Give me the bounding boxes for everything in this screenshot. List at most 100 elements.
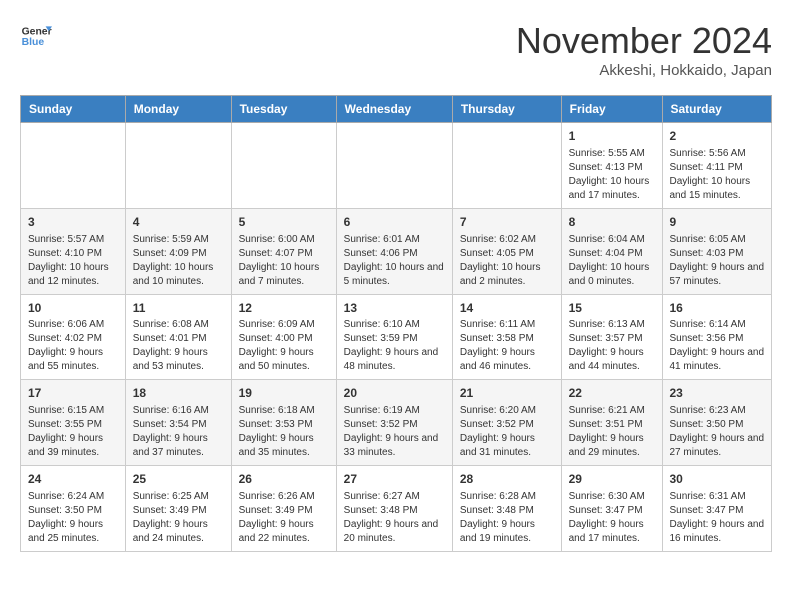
day-info: Sunset: 4:10 PM: [28, 247, 118, 261]
calendar-cell: [452, 123, 561, 209]
calendar-cell: 27Sunrise: 6:27 AMSunset: 3:48 PMDayligh…: [336, 466, 452, 552]
calendar-cell: 9Sunrise: 6:05 AMSunset: 4:03 PMDaylight…: [662, 208, 772, 294]
day-info: Sunrise: 6:31 AM: [670, 490, 765, 504]
day-info: Daylight: 10 hours and 12 minutes.: [28, 261, 118, 289]
calendar-cell: 6Sunrise: 6:01 AMSunset: 4:06 PMDaylight…: [336, 208, 452, 294]
day-info: Sunset: 3:52 PM: [460, 418, 554, 432]
day-info: Sunrise: 6:00 AM: [239, 233, 329, 247]
day-info: Daylight: 9 hours and 22 minutes.: [239, 518, 329, 546]
calendar-cell: 11Sunrise: 6:08 AMSunset: 4:01 PMDayligh…: [125, 294, 231, 380]
day-number: 15: [569, 300, 655, 317]
calendar-cell: 25Sunrise: 6:25 AMSunset: 3:49 PMDayligh…: [125, 466, 231, 552]
day-info: Daylight: 9 hours and 29 minutes.: [569, 432, 655, 460]
day-info: Sunrise: 6:05 AM: [670, 233, 765, 247]
day-info: Daylight: 9 hours and 53 minutes.: [133, 346, 224, 374]
day-info: Daylight: 9 hours and 31 minutes.: [460, 432, 554, 460]
day-info: Sunrise: 6:27 AM: [344, 490, 445, 504]
day-info: Sunrise: 6:14 AM: [670, 318, 765, 332]
day-number: 7: [460, 214, 554, 231]
day-number: 17: [28, 385, 118, 402]
calendar-cell: 8Sunrise: 6:04 AMSunset: 4:04 PMDaylight…: [561, 208, 662, 294]
day-number: 10: [28, 300, 118, 317]
day-info: Sunset: 3:53 PM: [239, 418, 329, 432]
day-info: Daylight: 10 hours and 15 minutes.: [670, 175, 765, 203]
day-number: 13: [344, 300, 445, 317]
calendar-cell: 18Sunrise: 6:16 AMSunset: 3:54 PMDayligh…: [125, 380, 231, 466]
day-info: Sunset: 3:56 PM: [670, 332, 765, 346]
day-info: Sunset: 4:00 PM: [239, 332, 329, 346]
svg-text:Blue: Blue: [22, 37, 45, 48]
column-header-saturday: Saturday: [662, 96, 772, 123]
calendar-cell: 21Sunrise: 6:20 AMSunset: 3:52 PMDayligh…: [452, 380, 561, 466]
day-info: Daylight: 9 hours and 55 minutes.: [28, 346, 118, 374]
day-info: Sunset: 4:02 PM: [28, 332, 118, 346]
day-info: Sunrise: 5:59 AM: [133, 233, 224, 247]
calendar-cell: 2Sunrise: 5:56 AMSunset: 4:11 PMDaylight…: [662, 123, 772, 209]
day-info: Daylight: 9 hours and 17 minutes.: [569, 518, 655, 546]
day-info: Sunset: 4:03 PM: [670, 247, 765, 261]
calendar-cell: 1Sunrise: 5:55 AMSunset: 4:13 PMDaylight…: [561, 123, 662, 209]
day-info: Sunset: 4:05 PM: [460, 247, 554, 261]
day-info: Sunrise: 6:01 AM: [344, 233, 445, 247]
day-info: Daylight: 9 hours and 25 minutes.: [28, 518, 118, 546]
day-info: Sunset: 3:49 PM: [133, 504, 224, 518]
day-info: Sunset: 3:58 PM: [460, 332, 554, 346]
calendar-cell: 16Sunrise: 6:14 AMSunset: 3:56 PMDayligh…: [662, 294, 772, 380]
day-info: Sunrise: 6:16 AM: [133, 404, 224, 418]
page-header: General Blue November 2024 Akkeshi, Hokk…: [20, 20, 772, 79]
day-number: 26: [239, 471, 329, 488]
day-info: Sunrise: 6:04 AM: [569, 233, 655, 247]
day-info: Sunset: 4:04 PM: [569, 247, 655, 261]
day-info: Sunset: 4:01 PM: [133, 332, 224, 346]
day-number: 19: [239, 385, 329, 402]
day-info: Daylight: 10 hours and 7 minutes.: [239, 261, 329, 289]
day-info: Sunset: 4:11 PM: [670, 161, 765, 175]
calendar-table: SundayMondayTuesdayWednesdayThursdayFrid…: [20, 95, 772, 552]
calendar-week-4: 17Sunrise: 6:15 AMSunset: 3:55 PMDayligh…: [21, 380, 772, 466]
day-info: Sunset: 4:07 PM: [239, 247, 329, 261]
calendar-cell: [336, 123, 452, 209]
day-info: Daylight: 10 hours and 10 minutes.: [133, 261, 224, 289]
column-header-tuesday: Tuesday: [231, 96, 336, 123]
day-number: 8: [569, 214, 655, 231]
day-number: 29: [569, 471, 655, 488]
day-number: 30: [670, 471, 765, 488]
day-info: Sunrise: 6:20 AM: [460, 404, 554, 418]
calendar-cell: [21, 123, 126, 209]
calendar-cell: 17Sunrise: 6:15 AMSunset: 3:55 PMDayligh…: [21, 380, 126, 466]
day-info: Sunrise: 5:56 AM: [670, 147, 765, 161]
calendar-cell: 3Sunrise: 5:57 AMSunset: 4:10 PMDaylight…: [21, 208, 126, 294]
calendar-cell: 10Sunrise: 6:06 AMSunset: 4:02 PMDayligh…: [21, 294, 126, 380]
day-info: Daylight: 9 hours and 24 minutes.: [133, 518, 224, 546]
calendar-cell: 23Sunrise: 6:23 AMSunset: 3:50 PMDayligh…: [662, 380, 772, 466]
day-info: Sunset: 3:55 PM: [28, 418, 118, 432]
title-block: November 2024 Akkeshi, Hokkaido, Japan: [516, 20, 772, 79]
column-header-thursday: Thursday: [452, 96, 561, 123]
calendar-cell: 29 Sunrise: 6:30 AMSunset: 3:47 PMDayligh…: [561, 466, 662, 552]
day-number: 16: [670, 300, 765, 317]
day-info: Sunset: 3:48 PM: [460, 504, 554, 518]
day-number: 1: [569, 128, 655, 145]
day-info: Sunrise: 6:11 AM: [460, 318, 554, 332]
day-info: Daylight: 9 hours and 41 minutes.: [670, 346, 765, 374]
day-info: Daylight: 9 hours and 33 minutes.: [344, 432, 445, 460]
day-info: Sunrise: 6:30 AM: [569, 490, 655, 504]
day-number: 9: [670, 214, 765, 231]
day-info: Sunset: 3:47 PM: [670, 504, 765, 518]
day-info: Sunrise: 6:18 AM: [239, 404, 329, 418]
day-number: 5: [239, 214, 329, 231]
day-info: Sunset: 3:47 PM: [569, 504, 655, 518]
day-info: Sunset: 4:06 PM: [344, 247, 445, 261]
day-number: 14: [460, 300, 554, 317]
day-info: Sunset: 3:50 PM: [670, 418, 765, 432]
day-info: Sunset: 3:54 PM: [133, 418, 224, 432]
calendar-week-3: 10Sunrise: 6:06 AMSunset: 4:02 PMDayligh…: [21, 294, 772, 380]
calendar-week-2: 3Sunrise: 5:57 AMSunset: 4:10 PMDaylight…: [21, 208, 772, 294]
calendar-week-1: 1Sunrise: 5:55 AMSunset: 4:13 PMDaylight…: [21, 123, 772, 209]
day-info: Sunrise: 6:09 AM: [239, 318, 329, 332]
calendar-cell: 15Sunrise: 6:13 AMSunset: 3:57 PMDayligh…: [561, 294, 662, 380]
day-info: Sunrise: 6:08 AM: [133, 318, 224, 332]
column-header-sunday: Sunday: [21, 96, 126, 123]
calendar-cell: 7Sunrise: 6:02 AMSunset: 4:05 PMDaylight…: [452, 208, 561, 294]
day-number: 25: [133, 471, 224, 488]
